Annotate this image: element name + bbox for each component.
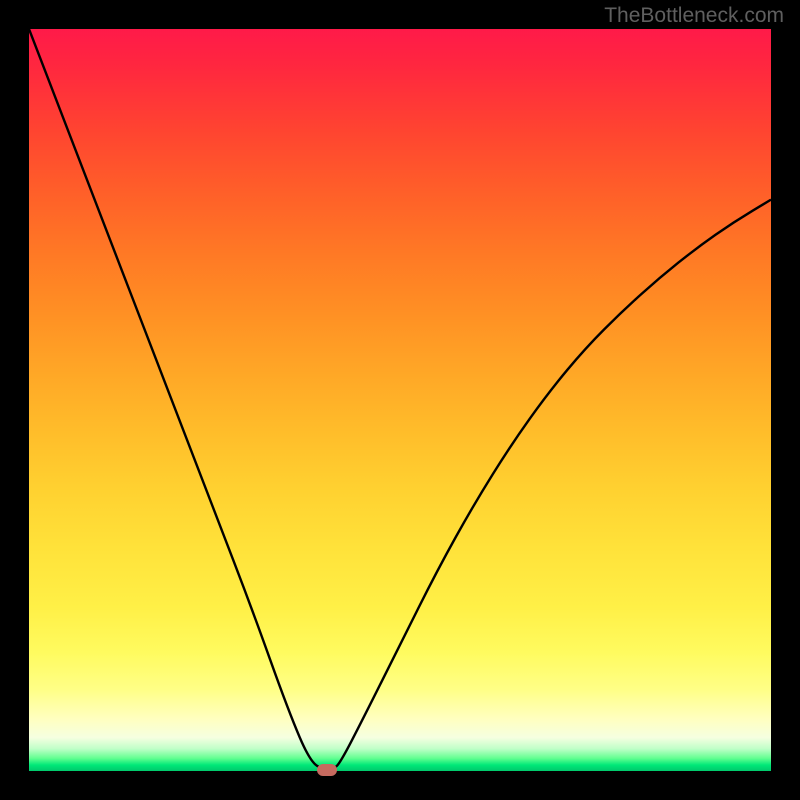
chart-area: [29, 29, 771, 771]
bottleneck-curve-path: [29, 29, 771, 770]
chart-curve-svg: [29, 29, 771, 771]
watermark-text: TheBottleneck.com: [604, 4, 784, 28]
optimal-point-marker: [317, 764, 337, 776]
